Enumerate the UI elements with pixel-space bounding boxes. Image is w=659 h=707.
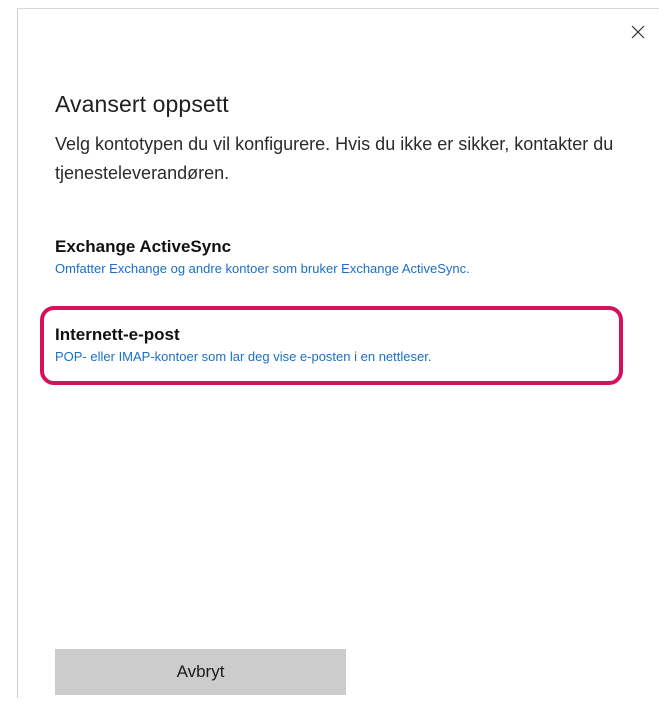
option-description: POP- eller IMAP-kontoer som lar deg vise… xyxy=(55,349,432,364)
option-title: Exchange ActiveSync xyxy=(55,237,232,256)
cancel-button[interactable]: Avbryt xyxy=(55,649,346,695)
option-description: Omfatter Exchange og andre kontoer som b… xyxy=(55,261,470,276)
close-icon xyxy=(631,25,645,39)
dialog-subtitle: Velg kontotypen du vil konfigurere. Hvis… xyxy=(55,134,614,183)
option-exchange-activesync[interactable]: Exchange ActiveSync Omfatter Exchange og… xyxy=(55,237,625,277)
advanced-setup-dialog: Avansert oppsett Velg kontotypen du vil … xyxy=(17,8,659,698)
option-internet-email[interactable]: Internett-e-post POP- eller IMAP-kontoer… xyxy=(55,325,625,365)
dialog-title: Avansert oppsett xyxy=(55,91,229,117)
close-button[interactable] xyxy=(623,17,653,47)
option-title: Internett-e-post xyxy=(55,325,180,344)
